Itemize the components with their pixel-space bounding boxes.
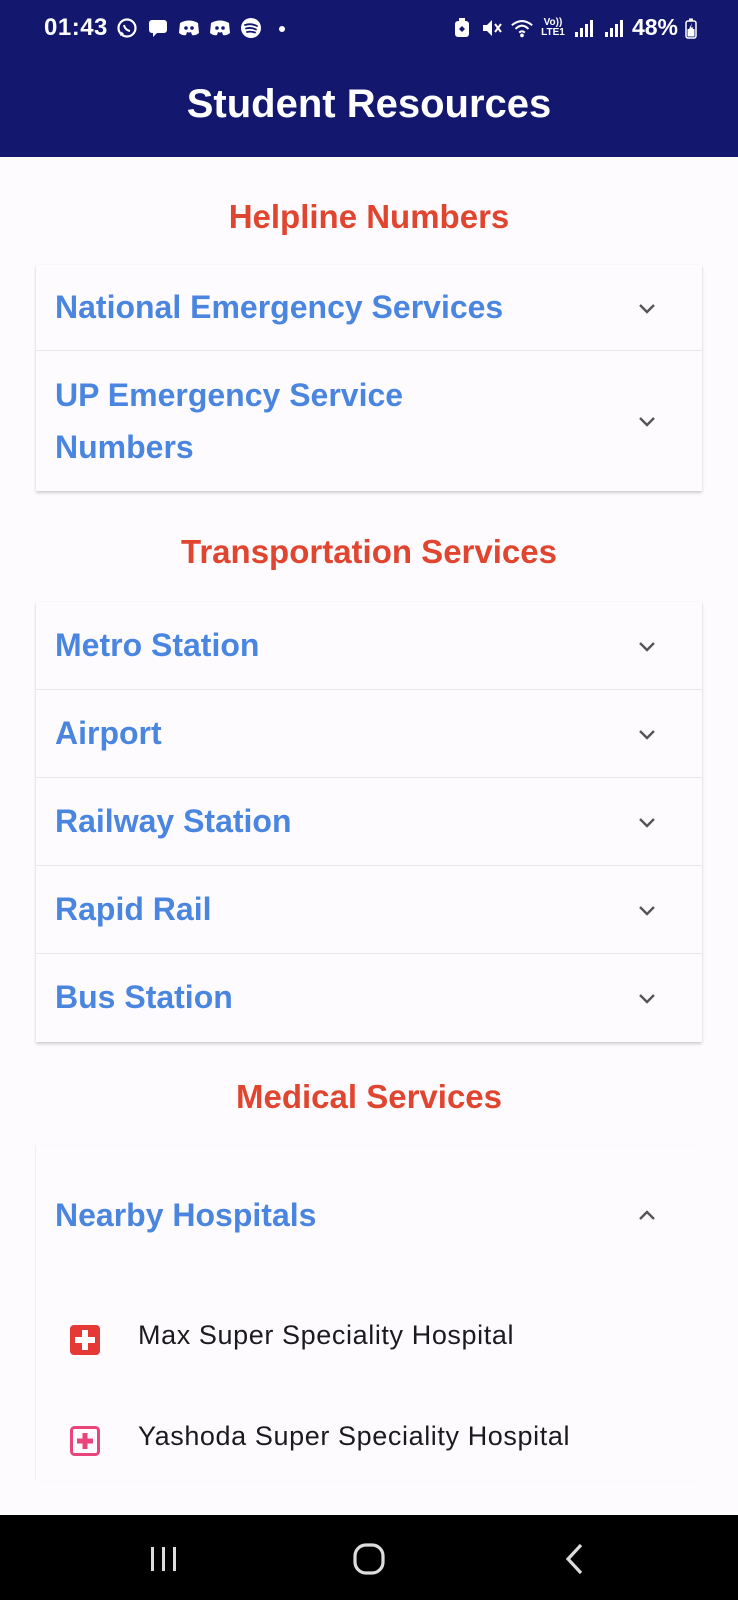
hospital-filled-icon — [70, 1325, 100, 1355]
chevron-down-icon — [639, 304, 655, 314]
app-bar: Student Resources — [0, 56, 738, 157]
hospital-name: Yashoda Super Speciality Hospital — [138, 1421, 571, 1451]
chevron-down-icon — [639, 906, 655, 916]
section-title-medical: Medical Services — [236, 1078, 502, 1115]
chevron-down-icon — [639, 994, 655, 1004]
hospital-name: Max Super Speciality Hospital — [138, 1320, 515, 1350]
hospital-outline-icon — [70, 1426, 100, 1456]
section-title-helpline: Helpline Numbers — [228, 198, 510, 235]
hospital-list-item-yashoda[interactable]: Yashoda Super Speciality Hospital — [36, 1391, 702, 1491]
accordion-label: Metro Station — [55, 627, 260, 663]
discord-icon — [177, 16, 201, 40]
accordion-label: Railway Station — [55, 803, 292, 839]
accordion-label: Airport — [55, 715, 162, 751]
accordion-label: National Emergency Services — [55, 289, 504, 325]
recent-apps-icon[interactable] — [144, 1539, 184, 1579]
signal-icon — [602, 16, 626, 40]
discord-icon — [208, 16, 232, 40]
transport-card: Metro Station Airport Railway Station Ra… — [36, 602, 702, 1042]
section-title-transport: Transportation Services — [181, 533, 557, 570]
accordion-label: Nearby Hospitals — [55, 1197, 317, 1233]
accordion-airport[interactable]: Airport — [36, 690, 702, 778]
chevron-down-icon — [639, 642, 655, 652]
system-nav-bar — [0, 1515, 738, 1600]
battery-saver-icon — [450, 16, 474, 40]
status-right: Vo)) LTE1 48% — [450, 14, 698, 41]
status-left: 01:43 — [44, 14, 294, 42]
status-bar: 01:43 Vo)) LTE1 48% — [0, 0, 738, 56]
home-icon[interactable] — [349, 1539, 389, 1579]
accordion-label: UP Emergency Service Numbers — [55, 377, 404, 465]
wifi-icon — [510, 16, 534, 40]
accordion-metro-station[interactable]: Metro Station — [36, 602, 702, 690]
accordion-rapid-rail[interactable]: Rapid Rail — [36, 866, 702, 954]
accordion-railway-station[interactable]: Railway Station — [36, 778, 702, 866]
signal-icon — [572, 16, 596, 40]
message-icon — [146, 16, 170, 40]
back-icon[interactable] — [556, 1539, 596, 1579]
dot-icon — [270, 16, 294, 40]
accordion-up-emergency[interactable]: UP Emergency Service Numbers — [36, 351, 702, 491]
mute-icon — [480, 16, 504, 40]
page-title: Student Resources — [186, 82, 552, 126]
accordion-nearby-hospitals[interactable]: Nearby Hospitals — [36, 1145, 702, 1285]
status-time: 01:43 — [44, 14, 108, 41]
spotify-icon — [239, 16, 263, 40]
chevron-up-icon — [639, 1210, 655, 1220]
volte-label: Vo)) LTE1 — [541, 16, 565, 38]
chevron-down-icon — [639, 818, 655, 828]
battery-charging-icon — [684, 16, 698, 40]
chevron-down-icon — [639, 417, 655, 427]
hospital-list-item-max[interactable]: Max Super Speciality Hospital — [36, 1290, 702, 1390]
accordion-bus-station[interactable]: Bus Station — [36, 954, 702, 1042]
accordion-national-emergency[interactable]: National Emergency Services — [36, 265, 702, 351]
accordion-label: Rapid Rail — [55, 891, 212, 927]
helpline-card: National Emergency Services UP Emergency… — [36, 265, 702, 491]
chevron-down-icon — [639, 730, 655, 740]
accordion-label: Bus Station — [55, 979, 233, 1015]
battery-percent: 48% — [631, 14, 678, 40]
whatsapp-icon — [115, 16, 139, 40]
